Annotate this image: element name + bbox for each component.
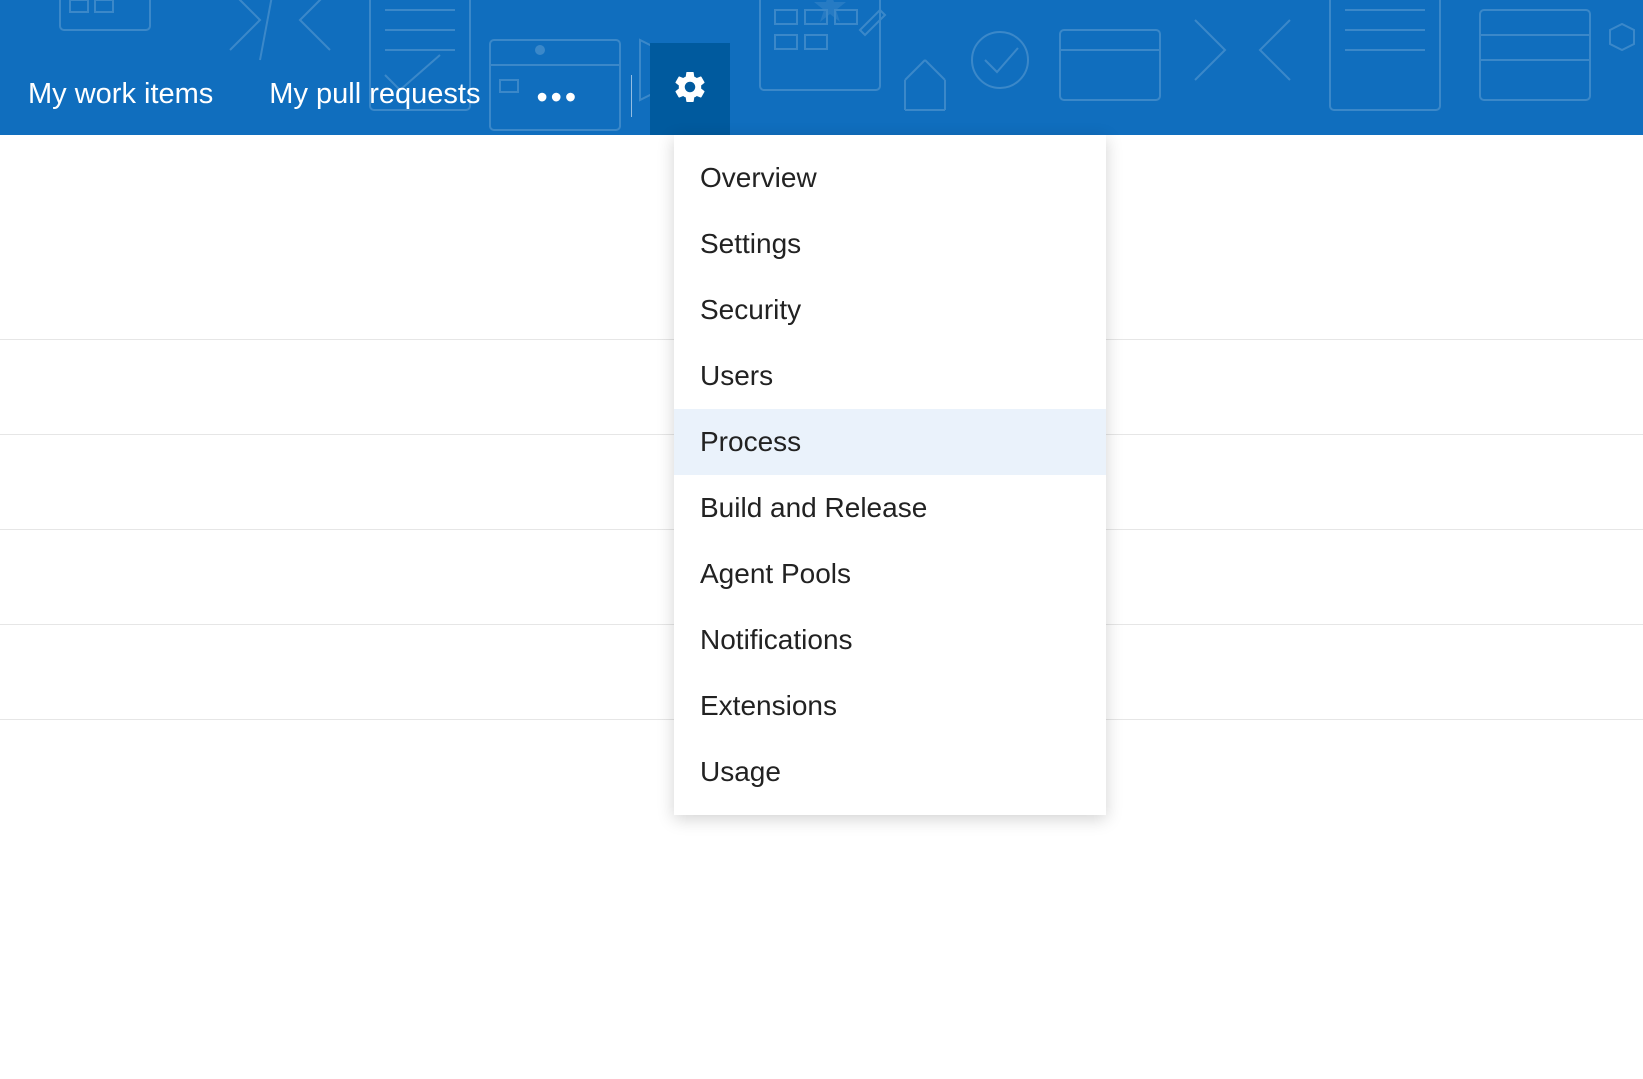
header-bar: My work items My pull requests ••• — [0, 0, 1643, 135]
nav-my-work-items[interactable]: My work items — [0, 66, 241, 123]
menu-item-label: Process — [700, 426, 801, 457]
gear-icon — [672, 69, 708, 110]
menu-item-label: Extensions — [700, 690, 837, 721]
menu-item-label: Agent Pools — [700, 558, 851, 589]
menu-item-label: Notifications — [700, 624, 853, 655]
menu-item-process[interactable]: Process — [674, 409, 1106, 475]
menu-item-label: Usage — [700, 756, 781, 787]
ellipsis-icon: ••• — [536, 79, 579, 115]
menu-item-notifications[interactable]: Notifications — [674, 607, 1106, 673]
menu-item-label: Security — [700, 294, 801, 325]
content-area: Overview Settings Security Users Process… — [0, 135, 1643, 720]
nav-label: My work items — [28, 78, 213, 110]
nav-my-pull-requests[interactable]: My pull requests — [241, 66, 508, 123]
menu-item-usage[interactable]: Usage — [674, 739, 1106, 805]
nav-more-button[interactable]: ••• — [508, 71, 607, 123]
settings-dropdown-menu: Overview Settings Security Users Process… — [674, 135, 1106, 815]
settings-gear-button[interactable] — [650, 43, 730, 135]
menu-item-extensions[interactable]: Extensions — [674, 673, 1106, 739]
nav-label: My pull requests — [269, 78, 480, 110]
menu-item-security[interactable]: Security — [674, 277, 1106, 343]
menu-item-settings[interactable]: Settings — [674, 211, 1106, 277]
nav-divider — [631, 75, 632, 117]
menu-item-label: Users — [700, 360, 773, 391]
menu-item-label: Build and Release — [700, 492, 927, 523]
menu-item-label: Overview — [700, 162, 817, 193]
menu-item-overview[interactable]: Overview — [674, 145, 1106, 211]
menu-item-build-and-release[interactable]: Build and Release — [674, 475, 1106, 541]
menu-item-agent-pools[interactable]: Agent Pools — [674, 541, 1106, 607]
menu-item-users[interactable]: Users — [674, 343, 1106, 409]
menu-item-label: Settings — [700, 228, 801, 259]
